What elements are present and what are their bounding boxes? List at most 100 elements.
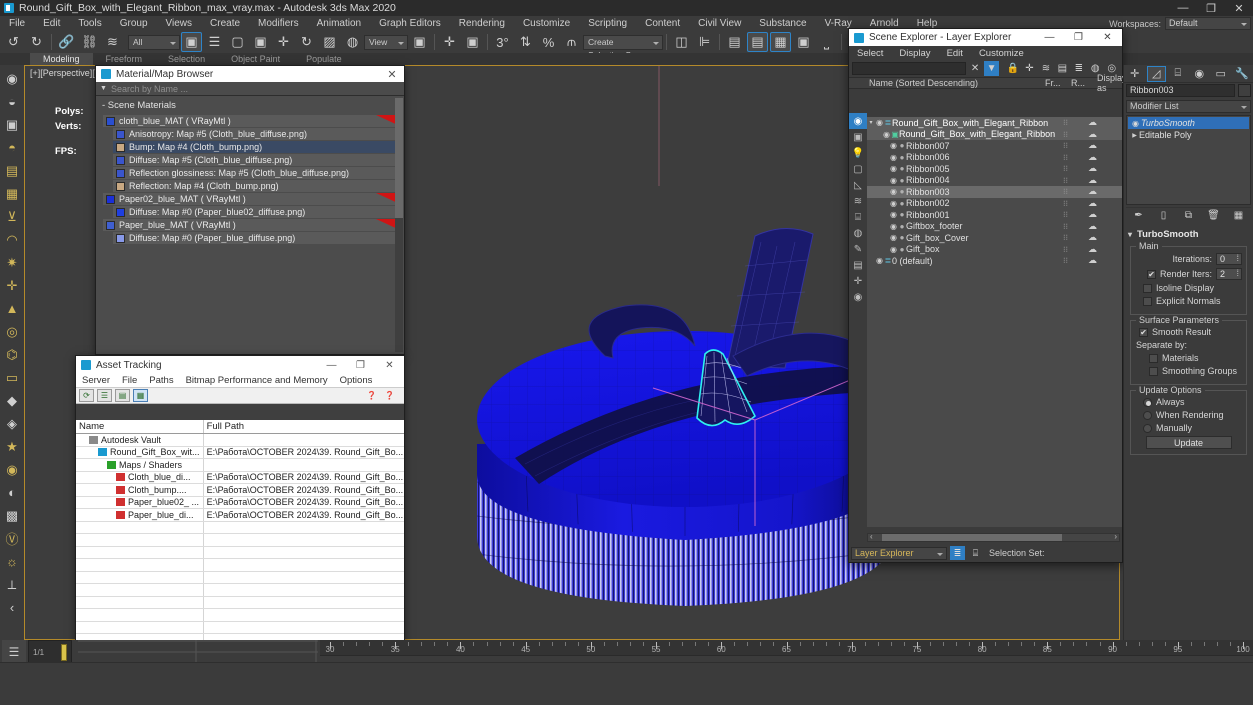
ribbon-tab-object-paint[interactable]: Object Paint <box>218 53 293 65</box>
render-setup-icon[interactable]: ▣ <box>793 32 814 52</box>
asset-table-row[interactable]: Cloth_blue_di... E:\Работа\OCTOBER 2024\3… <box>76 471 404 484</box>
close-button[interactable]: ✕ <box>1225 0 1253 16</box>
renderable-column-icon[interactable]: ☁ <box>1088 163 1097 174</box>
menu-item-group[interactable]: Group <box>111 16 157 31</box>
modifier-enable-icon[interactable]: ◉ <box>1130 119 1141 128</box>
scene-minimize-button[interactable]: — <box>1035 32 1064 43</box>
renderable-column-icon[interactable]: ☁ <box>1088 140 1097 151</box>
column-frozen[interactable]: Fr... <box>1045 78 1061 88</box>
smooth-result-checkbox[interactable]: ✔ Smooth Result <box>1139 327 1242 337</box>
space-warps-filter-icon[interactable]: ≋ <box>849 193 867 209</box>
asset-menu-file[interactable]: File <box>116 375 143 386</box>
undo-icon[interactable]: ↺ <box>3 32 24 52</box>
update-option-radio[interactable]: When Rendering <box>1143 410 1242 420</box>
hierarchy-tab[interactable]: ⌸ <box>1168 66 1187 82</box>
asset-menu-options[interactable]: Options <box>334 375 379 386</box>
select-tool-icon[interactable]: ◉ <box>1 67 23 90</box>
omni-light-icon[interactable]: ◠ <box>1 228 23 251</box>
add-layer-icon[interactable]: ✛ <box>1022 61 1036 76</box>
asset-column-full-path[interactable]: Full Path <box>203 420 404 434</box>
thumbnail-icon[interactable]: ▤ <box>115 389 130 402</box>
select-and-scale-icon[interactable]: ▨ <box>319 32 340 52</box>
frozen-column-icon[interactable]: ⁝⁝ <box>1063 187 1068 196</box>
visibility-eye-icon[interactable]: ◉ <box>889 153 898 162</box>
all-objects-icon[interactable]: ◉ <box>849 113 867 129</box>
scene-maximize-button[interactable]: ❐ <box>1064 32 1093 43</box>
visibility-eye-icon[interactable]: ◉ <box>889 176 898 185</box>
layer-explorer-row[interactable]: ◉ ● Ribbon005 ⁝⁝ ☁ <box>867 163 1122 175</box>
collapse-icon[interactable]: ▾ <box>1128 230 1137 239</box>
show-end-result-icon[interactable]: ▯ <box>1156 209 1171 223</box>
asset-table-row[interactable]: Maps / Shaders <box>76 458 404 472</box>
clear-icon[interactable]: ✕ <box>968 61 982 76</box>
align-icon[interactable]: ⊫ <box>694 32 715 52</box>
utilities-tab[interactable]: 🔧 <box>1233 66 1252 82</box>
scene-scroll-left-icon[interactable]: ‹ <box>870 532 873 541</box>
material-map-browser-window[interactable]: Material/Map Browser ✕ ▼ Search by Name … <box>95 65 405 355</box>
layer-explorer-row[interactable]: ◉ ● Ribbon003 ⁝⁝ ☁ <box>867 186 1122 198</box>
isoline-display-checkbox[interactable]: Isoline Display <box>1143 283 1242 293</box>
sun-light-icon[interactable]: ✷ <box>1 251 23 274</box>
asset-column-name[interactable]: Name <box>76 420 204 434</box>
material-row[interactable]: cloth_blue_MAT ( VRayMtl ) <box>103 115 402 127</box>
configure-modifier-sets-icon[interactable]: ▦ <box>1231 209 1246 223</box>
scroll-left-icon[interactable]: ‹ <box>1 596 23 619</box>
scene-find-input[interactable] <box>852 62 966 75</box>
column-render[interactable]: R... <box>1071 78 1085 88</box>
layer-props-icon[interactable]: ▤ <box>1055 61 1069 76</box>
asset-table-row[interactable]: Cloth_bump.... E:\Работа\OCTOBER 2024\39.… <box>76 483 404 497</box>
ribbon-tab-modeling[interactable]: Modeling <box>30 53 93 65</box>
scene-menu-select[interactable]: Select <box>849 48 891 59</box>
ribbon-tab-populate[interactable]: Populate <box>293 53 355 65</box>
material-row[interactable]: Paper02_blue_MAT ( VRayMtl ) <box>103 193 402 205</box>
cameras-filter-icon[interactable]: ▢ <box>849 161 867 177</box>
frozen-column-icon[interactable]: ⁝⁝ <box>1063 164 1068 173</box>
smooth-result-checkbox-box[interactable]: ✔ <box>1139 327 1148 337</box>
box-primitive-icon[interactable]: ▤ <box>1 159 23 182</box>
layer-explorer-row[interactable]: ◉ ● Ribbon006 ⁝⁝ ☁ <box>867 152 1122 164</box>
asset-table-row[interactable]: Paper_blue02_ ... E:\Работа\OCTOBER 2024\… <box>76 496 404 509</box>
asset-minimize-button[interactable]: — <box>317 360 346 371</box>
layer-explorer-row[interactable]: ◉ ≣ 0 (default) ⁝⁝ ☁ <box>867 255 1122 267</box>
layers-icon[interactable]: ≣ <box>1072 61 1086 76</box>
select-by-name-icon[interactable]: ☰ <box>204 32 225 52</box>
update-option-radio[interactable]: Always <box>1143 397 1242 407</box>
menu-item-substance[interactable]: Substance <box>750 16 815 31</box>
material-browser-close-icon[interactable]: ✕ <box>380 68 404 81</box>
material-map-row[interactable]: Diffuse: Map #0 (Paper_blue_diffuse.png) <box>113 232 402 244</box>
toggle-scene-explorer-icon[interactable]: ▤ <box>724 32 745 52</box>
teapot-icon[interactable]: ⌬ <box>1 343 23 366</box>
radio-dot-icon[interactable] <box>1143 410 1152 420</box>
modifier-stack[interactable]: ◉ TurboSmooth ▶ Editable Poly <box>1126 115 1251 205</box>
select-and-move-icon[interactable]: ✛ <box>273 32 294 52</box>
layer-explorer-tree[interactable]: ▾ ◉ ≣ Round_Gift_Box_with_Elegant_Ribbon ⁝⁝ ☁… <box>867 117 1122 527</box>
chevron-down-icon[interactable]: ▼ <box>100 85 107 92</box>
named-selection-set-dropdown[interactable]: Create Selection Se <box>583 34 663 60</box>
lock-icon[interactable]: 🔒 <box>1006 61 1020 76</box>
rectangular-selection-region-icon[interactable]: ▢ <box>227 32 248 52</box>
column-name[interactable]: Name (Sorted Descending) <box>849 78 978 88</box>
frozen-column-icon[interactable]: ⁝⁝ <box>1063 176 1068 185</box>
layer-explorer-row[interactable]: ◉ ● Gift_box_Cover ⁝⁝ ☁ <box>867 232 1122 244</box>
expander-icon[interactable]: ▾ <box>867 119 875 126</box>
spinner-snap-icon[interactable]: ⇅ <box>515 32 536 52</box>
display-tab[interactable]: ▭ <box>1211 66 1230 82</box>
scene-explorer-window[interactable]: Scene Explorer - Layer Explorer — ❐ ✕ Se… <box>848 28 1127 563</box>
visibility-eye-icon[interactable]: ◉ <box>889 141 898 150</box>
visibility-filter-icon[interactable]: ◉ <box>849 289 867 305</box>
render-frame-window-icon[interactable]: ⎵ <box>816 32 837 52</box>
angle-snap-icon[interactable]: 3° <box>492 32 513 52</box>
asset-table-row[interactable]: Paper_blue_di... E:\Работа\OCTOBER 2024\3… <box>76 508 404 522</box>
object-color-swatch[interactable] <box>1238 84 1251 97</box>
visibility-eye-icon[interactable]: ◉ <box>875 256 884 265</box>
material-row[interactable]: Paper_blue_MAT ( VRayMtl ) <box>103 219 402 231</box>
visibility-eye-icon[interactable]: ◉ <box>875 118 884 127</box>
renderable-column-icon[interactable]: ☁ <box>1088 129 1097 140</box>
visibility-eye-icon[interactable]: ◉ <box>889 210 898 219</box>
iterations-spinner[interactable]: 0 <box>1216 253 1242 265</box>
frozen-column-icon[interactable]: ⁝⁝ <box>1063 210 1068 219</box>
material-browser-search-bar[interactable]: ▼ Search by Name ... <box>96 82 404 96</box>
layer-explorer-row[interactable]: ◉ ● Gift_box ⁝⁝ ☁ <box>867 244 1122 256</box>
asset-menu-bitmap-performance-and-memory[interactable]: Bitmap Performance and Memory <box>180 375 334 386</box>
frozen-column-icon[interactable]: ⁝⁝ <box>1063 245 1068 254</box>
